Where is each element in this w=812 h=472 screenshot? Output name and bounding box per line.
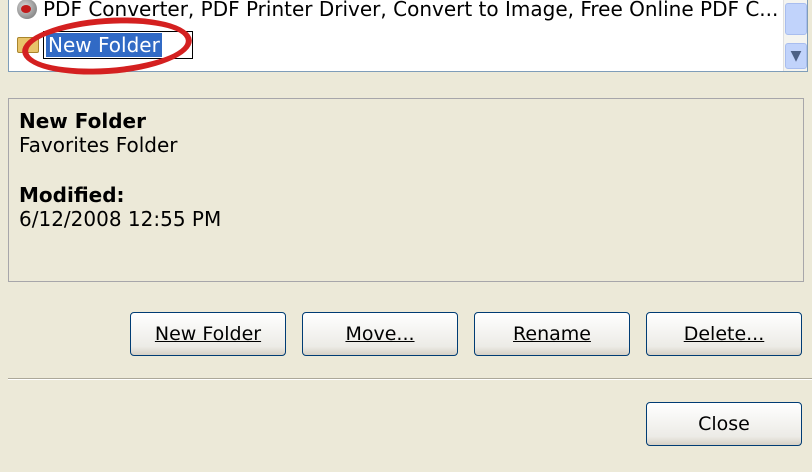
details-modified-value: 6/12/2008 12:55 PM	[19, 207, 222, 231]
scroll-down-arrow-icon[interactable]: ▼	[785, 43, 807, 69]
details-type: Favorites Folder	[19, 133, 178, 157]
rename-input[interactable]: New Folder	[43, 31, 193, 59]
details-panel: New Folder Favorites Folder Modified: 6/…	[8, 98, 804, 282]
list-item-new-folder[interactable]: New Folder	[17, 31, 193, 59]
details-name: New Folder	[19, 109, 146, 133]
ie-link-icon	[17, 0, 37, 19]
list-item-label: PDF Converter, PDF Printer Driver, Conve…	[43, 0, 779, 21]
close-button[interactable]: Close	[646, 402, 802, 446]
move-button[interactable]: Move...	[302, 312, 458, 356]
delete-button[interactable]: Delete...	[646, 312, 802, 356]
scroll-thumb[interactable]	[785, 3, 807, 35]
list-item-pdf-converter[interactable]: PDF Converter, PDF Printer Driver, Conve…	[17, 0, 778, 23]
separator	[8, 378, 812, 380]
vertical-scrollbar[interactable]: ▼	[783, 0, 807, 71]
new-folder-button[interactable]: New Folder	[130, 312, 286, 356]
details-modified-label: Modified:	[19, 183, 125, 207]
rename-input-text: New Folder	[46, 33, 162, 57]
rename-button[interactable]: Rename	[474, 312, 630, 356]
favorites-list[interactable]: PDF Converter, PDF Printer Driver, Conve…	[8, 0, 808, 72]
folder-icon	[17, 37, 39, 53]
